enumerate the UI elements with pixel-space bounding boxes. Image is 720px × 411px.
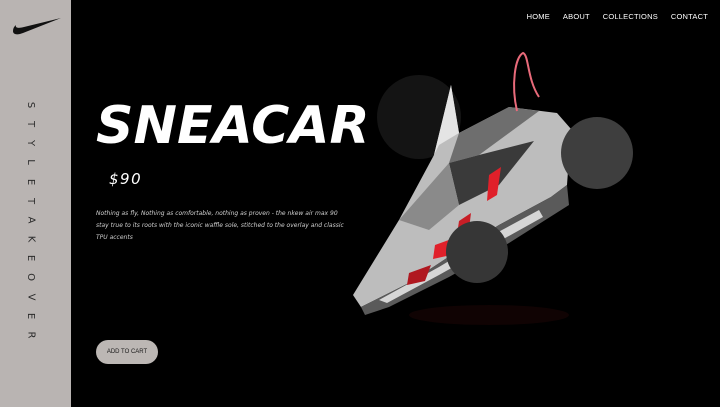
landing-page: S T Y L E T A K E O V E R HOME ABOUT COL…	[0, 0, 720, 411]
tagline-letter: E	[24, 255, 36, 262]
nav-home[interactable]: HOME	[527, 12, 550, 21]
tagline-letter: T	[24, 197, 36, 204]
swoosh-logo-icon[interactable]	[12, 14, 62, 36]
product-price: $90	[109, 170, 143, 188]
tagline-letter: E	[24, 312, 36, 319]
hero-section: HOME ABOUT COLLECTIONS CONTACT SNEACAR $…	[71, 0, 720, 407]
tagline-letter: T	[24, 121, 36, 128]
tagline-letter: R	[24, 331, 36, 339]
tagline-letter: A	[25, 216, 36, 224]
product-description: Nothing as fly, Nothing as comfortable, …	[96, 210, 344, 241]
nav-collections[interactable]: COLLECTIONS	[603, 12, 658, 21]
tagline-letter: K	[25, 235, 36, 243]
top-nav: HOME ABOUT COLLECTIONS CONTACT	[527, 12, 708, 21]
sidebar: S T Y L E T A K E O V E R	[0, 0, 71, 407]
nav-contact[interactable]: CONTACT	[671, 12, 708, 21]
tagline-letter: V	[25, 293, 36, 300]
tagline-letter: L	[24, 159, 36, 166]
tagline: S T Y L E T A K E O V E R	[20, 100, 40, 340]
nav-about[interactable]: ABOUT	[563, 12, 590, 21]
tagline-letter: S	[24, 101, 36, 109]
tagline-letter: E	[24, 178, 36, 185]
tagline-letter: O	[25, 273, 36, 282]
futuristic-sneaker-image	[353, 51, 633, 325]
bottom-strip	[0, 407, 720, 411]
add-to-cart-button[interactable]: ADD TO CART	[96, 340, 158, 364]
product-title: SNEACAR	[96, 96, 370, 156]
tagline-letter: Y	[24, 140, 36, 147]
